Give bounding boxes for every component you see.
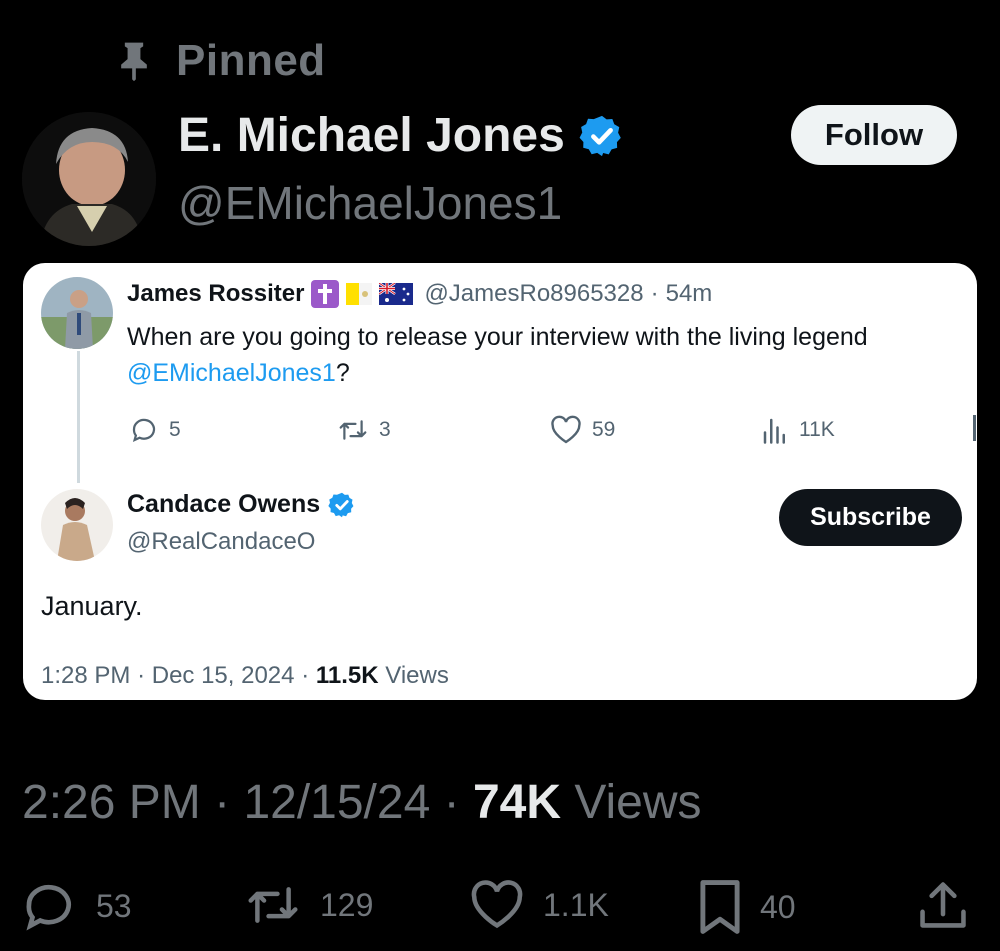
- reply-author-avatar[interactable]: [41, 277, 113, 349]
- vatican-flag-icon: [346, 283, 373, 305]
- pinned-label: Pinned: [176, 36, 326, 85]
- reply-like-action[interactable]: 59: [550, 415, 615, 445]
- author-handle[interactable]: @EMichaelJones1: [178, 176, 562, 230]
- bookmark-icon: [700, 880, 740, 934]
- post-bookmark-action[interactable]: 40: [698, 880, 796, 934]
- post-bookmark-count: 40: [760, 888, 796, 925]
- reply-icon: [132, 418, 156, 443]
- post-views-count: 74K: [472, 776, 562, 829]
- quoted-author-name[interactable]: Candace Owens: [127, 490, 320, 519]
- post-reply-action[interactable]: 53: [22, 880, 132, 932]
- post-reply-count: 53: [96, 887, 132, 924]
- quoted-author-avatar[interactable]: [41, 489, 113, 561]
- thread-line: [77, 351, 80, 483]
- reply-icon: [26, 884, 71, 931]
- quoted-meta: 1:28 PM · Dec 15, 2024 · 11.5K Views: [41, 662, 449, 689]
- reply-like-count: 59: [592, 418, 616, 441]
- reply-repost-count: 3: [379, 418, 391, 441]
- dot-separator: ·: [650, 280, 659, 307]
- reply-author-handle[interactable]: @JamesRo8965328: [424, 280, 643, 308]
- reply-header: James Rossiter @JamesRo8965328 · 54m: [127, 280, 712, 308]
- subscribe-button[interactable]: Subscribe: [779, 489, 962, 546]
- quoted-date[interactable]: Dec 15, 2024: [152, 662, 295, 689]
- reply-repost-action[interactable]: 3: [337, 415, 391, 445]
- like-icon: [471, 880, 523, 929]
- reply-reply-count: 5: [169, 418, 181, 441]
- cross-flag-icon: [311, 280, 340, 308]
- repost-icon: [248, 887, 298, 923]
- embedded-reply-card[interactable]: James Rossiter @JamesRo8965328 · 54m Whe: [23, 263, 977, 700]
- reply-timestamp[interactable]: 54m: [666, 280, 713, 308]
- quoted-text: January.: [41, 591, 143, 621]
- post-like-count: 1.1K: [543, 886, 609, 923]
- quoted-time[interactable]: 1:28 PM: [41, 662, 130, 689]
- post-time[interactable]: 2:26 PM: [22, 776, 201, 829]
- reply-text-before: When are you going to release your inter…: [127, 323, 868, 351]
- reply-text: When are you going to release your inter…: [127, 319, 957, 391]
- author-name-row: E. Michael Jones: [178, 108, 625, 163]
- quoted-author-name-row: Candace Owens: [127, 490, 356, 519]
- author-avatar[interactable]: [22, 112, 156, 246]
- reply-author-name[interactable]: James Rossiter: [127, 280, 304, 308]
- australia-flag-icon: [379, 283, 414, 305]
- quoted-views-count: 11.5K: [315, 662, 379, 689]
- post-share-action[interactable]: [918, 880, 968, 930]
- reply-views-action[interactable]: 11K: [761, 415, 835, 445]
- verified-badge-icon: [328, 492, 354, 517]
- post-repost-action[interactable]: 129: [244, 880, 373, 930]
- reply-views-count: 11K: [799, 418, 835, 441]
- quoted-views-label: Views: [385, 662, 449, 689]
- post-meta: 2:26 PM · 12/15/24 · 74K Views: [22, 776, 702, 829]
- reply-text-after: ?: [335, 359, 350, 387]
- verified-badge-icon: [579, 115, 621, 156]
- post-repost-count: 129: [320, 886, 374, 923]
- scroll-indicator: [973, 415, 976, 441]
- post-views-label: Views: [574, 776, 702, 829]
- post-like-action[interactable]: 1.1K: [469, 880, 609, 930]
- share-icon: [920, 882, 966, 928]
- repost-icon: [339, 420, 367, 440]
- reply-mention-link[interactable]: @EMichaelJones1: [127, 359, 336, 387]
- reply-reply-action[interactable]: 5: [129, 415, 181, 445]
- like-icon: [551, 415, 581, 444]
- views-icon: [763, 418, 785, 444]
- pinned-indicator: Pinned: [112, 36, 326, 86]
- post-date[interactable]: 12/15/24: [243, 776, 430, 829]
- pin-icon: [121, 42, 147, 82]
- author-name[interactable]: E. Michael Jones: [178, 108, 565, 163]
- follow-button[interactable]: Follow: [791, 105, 957, 165]
- quoted-author-handle[interactable]: @RealCandaceO: [127, 528, 315, 556]
